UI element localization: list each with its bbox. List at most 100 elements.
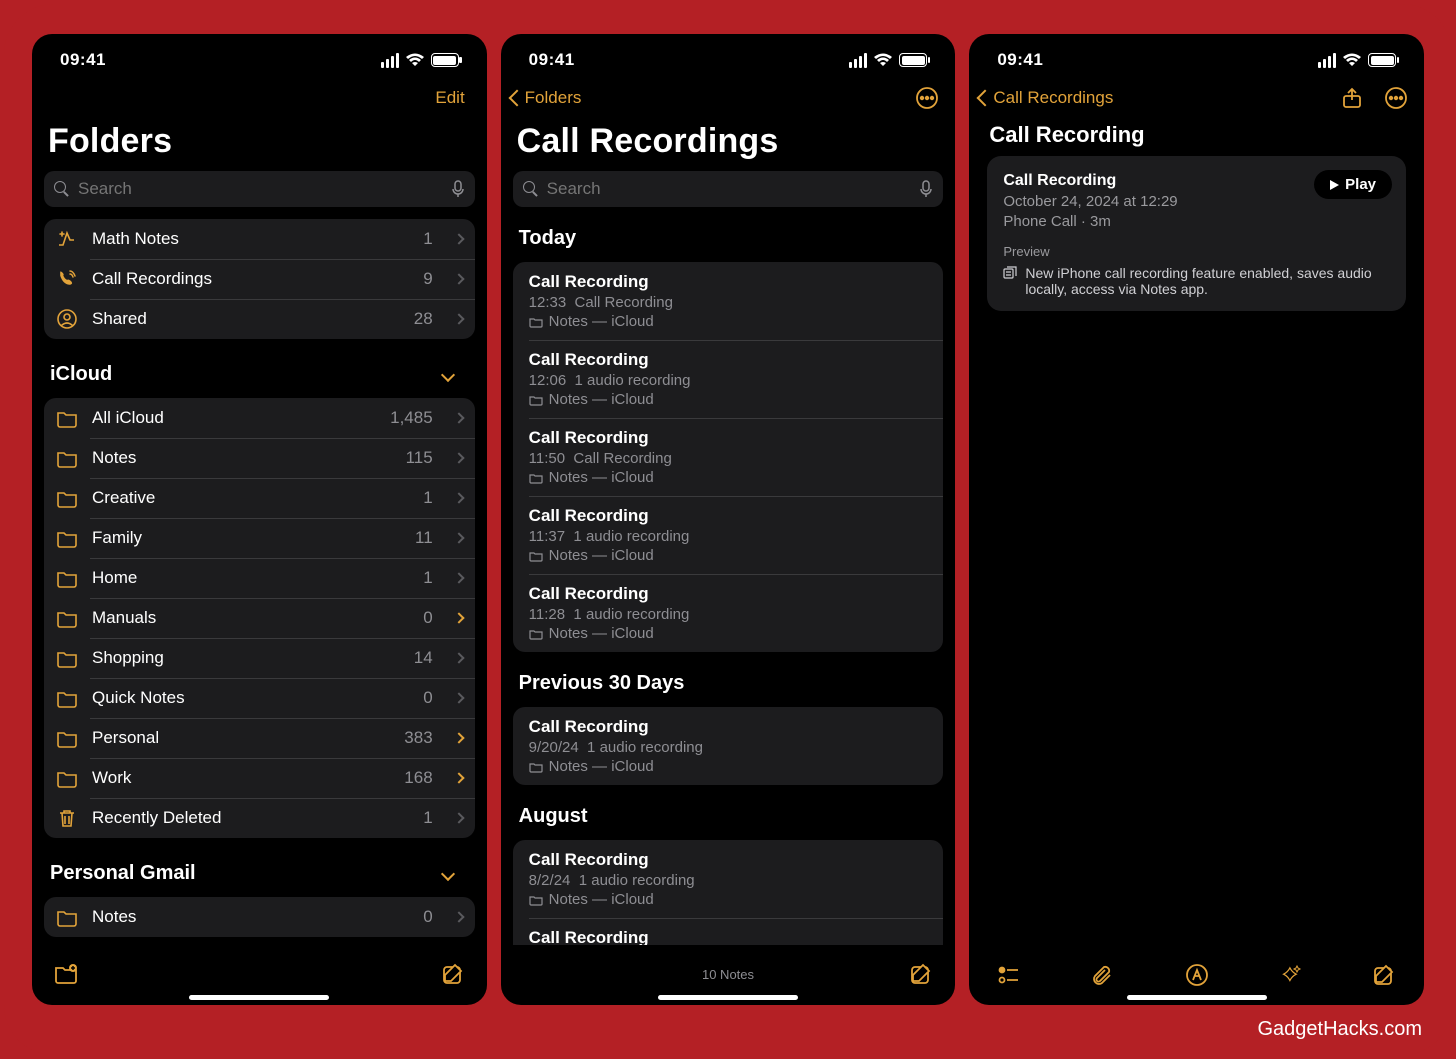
edit-button[interactable]: Edit: [435, 88, 470, 108]
wifi-icon: [1342, 53, 1362, 67]
chevron-right-icon: [453, 313, 464, 324]
back-button[interactable]: Folders: [511, 88, 582, 108]
folder-row[interactable]: Quick Notes0: [44, 678, 475, 718]
folder-count: 1: [423, 488, 432, 508]
note-location: Notes — iCloud: [529, 391, 928, 408]
note-title: Call Recording: [529, 717, 928, 737]
folder-row[interactable]: Recently Deleted1: [44, 798, 475, 838]
chevron-right-icon: [453, 652, 464, 663]
status-icons: [849, 53, 927, 68]
section-header-icloud[interactable]: iCloud: [44, 345, 475, 392]
back-button[interactable]: Call Recordings: [979, 88, 1113, 108]
folder-row[interactable]: Notes115: [44, 438, 475, 478]
folder-row[interactable]: All iCloud1,485: [44, 398, 475, 438]
folder-label: Shared: [92, 309, 400, 329]
folder-row-shared[interactable]: Shared 28: [44, 299, 475, 339]
list-section-header: Today: [513, 213, 944, 256]
battery-icon: [1368, 53, 1396, 67]
folder-row[interactable]: Family11: [44, 518, 475, 558]
preview-text: New iPhone call recording feature enable…: [1025, 265, 1392, 297]
phone-wave-icon: [56, 268, 78, 290]
more-icon[interactable]: [915, 86, 939, 110]
folder-row[interactable]: Work168: [44, 758, 475, 798]
search-input[interactable]: [78, 179, 443, 199]
note-row[interactable]: Call Recording 11:50 Call Recording Notes …: [513, 418, 944, 496]
note-row[interactable]: Call Recording11:28 1 audio recordingNot…: [513, 574, 944, 652]
note-subtitle: 8/2/24 1 audio recording: [529, 872, 928, 889]
folder-mini-icon: [529, 761, 543, 773]
markup-icon[interactable]: [1185, 963, 1209, 987]
list-section-header: August: [513, 791, 944, 834]
folder-row[interactable]: Shopping14: [44, 638, 475, 678]
new-folder-icon[interactable]: [54, 962, 78, 986]
folders-content: Math Notes 1 Call Recordings 9 Shared 28: [32, 213, 487, 945]
note-subtitle: 11:37 1 audio recording: [529, 528, 928, 545]
compose-icon[interactable]: [1372, 963, 1396, 987]
icloud-folders-card: All iCloud1,485Notes115Creative1Family11…: [44, 398, 475, 838]
note-row[interactable]: Call Recording 12:06 1 audio recording Not…: [513, 340, 944, 418]
play-label: Play: [1345, 176, 1376, 193]
note-row[interactable]: Call Recording9/20/24 1 audio recordingN…: [513, 707, 944, 785]
section-header-gmail[interactable]: Personal Gmail: [44, 844, 475, 891]
search-input[interactable]: [547, 179, 912, 199]
mic-icon[interactable]: [919, 180, 933, 198]
phone-note-detail-screen: 09:41 Call Recordings Call Recording: [969, 34, 1424, 1005]
play-button[interactable]: Play: [1314, 170, 1392, 199]
status-time: 09:41: [997, 50, 1043, 70]
folder-row-call-recordings[interactable]: Call Recordings 9: [44, 259, 475, 299]
folder-count: 383: [404, 728, 432, 748]
share-icon[interactable]: [1340, 86, 1364, 110]
folder-row[interactable]: Manuals0: [44, 598, 475, 638]
folder-mini-icon: [529, 316, 543, 328]
folder-label: Personal: [92, 728, 390, 748]
chevron-left-icon: [508, 90, 525, 107]
folder-row-math[interactable]: Math Notes 1: [44, 219, 475, 259]
folder-count: 1: [423, 229, 432, 249]
list-section-header: Previous 30 Days: [513, 658, 944, 701]
nav-bar: Folders: [501, 80, 956, 116]
folder-mini-icon: [529, 394, 543, 406]
note-row[interactable]: Call Recording8/2/24 1 audio recordingNo…: [513, 840, 944, 918]
note-location: Notes — iCloud: [529, 469, 928, 486]
cellular-icon: [381, 53, 399, 68]
recording-card: Call Recording October 24, 2024 at 12:29…: [987, 156, 1406, 311]
search-field[interactable]: [513, 171, 944, 207]
search-icon: [54, 181, 70, 197]
folder-row[interactable]: Creative1: [44, 478, 475, 518]
checklist-icon[interactable]: [997, 963, 1021, 987]
back-label: Call Recordings: [993, 88, 1113, 108]
chevron-right-icon: [453, 572, 464, 583]
attachment-icon[interactable]: [1091, 963, 1115, 987]
folder-row[interactable]: Personal 383: [44, 718, 475, 758]
note-row[interactable]: Call Recording11:37 1 audio recordingNot…: [513, 496, 944, 574]
folder-row[interactable]: Home1: [44, 558, 475, 598]
note-title: Call Recording: [529, 350, 928, 370]
chevron-right-icon: [453, 812, 464, 823]
folder-mini-icon: [529, 628, 543, 640]
ai-icon[interactable]: [1278, 963, 1302, 987]
folder-count: 9: [423, 269, 432, 289]
cellular-icon: [1318, 53, 1336, 68]
status-bar: 09:41: [969, 40, 1424, 80]
folder-icon: [56, 607, 78, 629]
shared-icon: [56, 308, 78, 330]
chevron-down-icon: [441, 866, 455, 880]
page-title: Folders: [32, 116, 487, 165]
mic-icon[interactable]: [451, 180, 465, 198]
note-title: Call Recording: [529, 428, 928, 448]
folder-row[interactable]: Notes 0: [44, 897, 475, 937]
recording-date: October 24, 2024 at 12:29: [1003, 192, 1177, 212]
chevron-right-icon: [453, 732, 464, 743]
note-subtitle: 12:06 1 audio recording: [529, 372, 928, 389]
chevron-right-icon: [453, 452, 464, 463]
chevron-right-icon: [453, 692, 464, 703]
search-field[interactable]: [44, 171, 475, 207]
notes-count-label: 10 Notes: [501, 967, 956, 982]
more-icon[interactable]: [1384, 86, 1408, 110]
compose-icon[interactable]: [441, 962, 465, 986]
note-row[interactable]: Call Recording: [513, 918, 944, 945]
folder-count: 115: [406, 448, 433, 468]
chevron-down-icon: [441, 367, 455, 381]
note-subtitle: 11:50 Call Recording: [529, 450, 928, 467]
note-row[interactable]: Call Recording12:33 Call RecordingNotes …: [513, 262, 944, 340]
